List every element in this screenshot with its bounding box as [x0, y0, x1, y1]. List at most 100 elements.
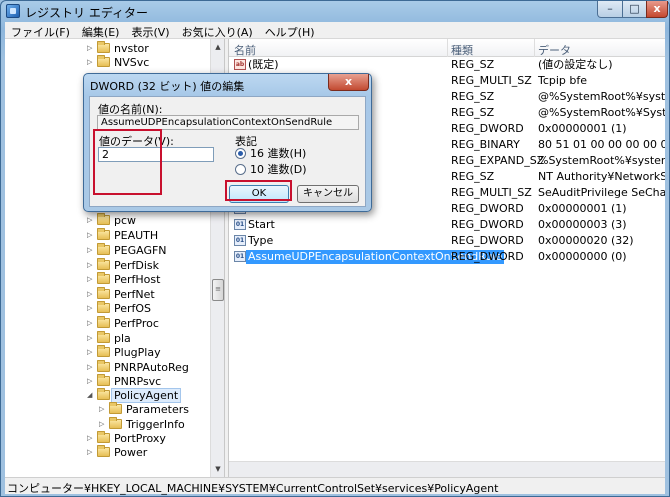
scroll-up-arrow-icon[interactable]: ▲ — [212, 41, 224, 53]
column-header-name[interactable]: 名前 — [234, 42, 256, 58]
list-header: 名前 種類 データ — [229, 39, 665, 57]
collapsed-arrow-icon[interactable]: ▷ — [87, 432, 96, 444]
tree-node-label: pla — [114, 332, 131, 345]
collapsed-arrow-icon[interactable]: ▷ — [87, 346, 96, 358]
value-type: REG_DWORD — [451, 218, 524, 231]
collapsed-arrow-icon[interactable]: ▷ — [87, 42, 96, 54]
folder-icon — [97, 272, 110, 284]
ok-button-highlight — [225, 180, 292, 201]
column-divider — [447, 39, 448, 57]
maximize-button[interactable]: □ — [622, 1, 647, 18]
menu-favorites[interactable]: お気に入り(A) — [176, 22, 259, 39]
close-button[interactable]: x — [646, 1, 668, 18]
collapsed-arrow-icon[interactable]: ▷ — [87, 259, 96, 271]
value-data: 0x00000020 (32) — [538, 234, 634, 247]
menu-file[interactable]: ファイル(F) — [5, 22, 76, 39]
tree-node-label: PerfOS — [114, 302, 152, 315]
status-path: コンピューター¥HKEY_LOCAL_MACHINE¥SYSTEM¥Curren… — [7, 482, 499, 495]
value-row[interactable]: 01 AssumeUDPEncapsulationContextOnSendRul… — [229, 249, 665, 265]
tree-node-label: PEGAGFN — [114, 244, 167, 257]
value-data: 0x00000001 (1) — [538, 202, 627, 215]
minimize-button[interactable]: – — [597, 1, 623, 18]
list-horizontal-scrollbar[interactable] — [229, 461, 665, 477]
collapsed-arrow-icon[interactable]: ▷ — [87, 446, 96, 458]
tree-node-label: NVSvc — [114, 56, 150, 69]
value-data: @%SystemRoot%¥system32¥ — [538, 90, 665, 103]
value-row[interactable]: 01 Start REG_DWORD 0x00000003 (3) — [229, 217, 665, 233]
folder-icon — [97, 213, 110, 225]
collapsed-arrow-icon[interactable]: ▷ — [87, 214, 96, 226]
value-row[interactable]: ab (既定) REG_SZ (値の設定なし) — [229, 57, 665, 73]
value-data: 0x00000000 (0) — [538, 250, 627, 263]
folder-icon — [97, 388, 110, 400]
folder-icon — [97, 41, 110, 53]
scroll-down-arrow-icon[interactable]: ▼ — [212, 463, 224, 475]
folder-icon — [97, 431, 110, 443]
value-name: (既定) — [248, 58, 279, 71]
menu-edit[interactable]: 編集(E) — [76, 22, 126, 39]
collapsed-arrow-icon[interactable]: ▷ — [87, 288, 96, 300]
scroll-thumb[interactable]: ≡ — [212, 279, 224, 301]
value-type: REG_SZ — [451, 90, 495, 103]
tree-node-label: Parameters — [126, 403, 189, 416]
value-type: REG_MULTI_SZ — [451, 74, 532, 87]
collapsed-arrow-icon[interactable]: ▷ — [87, 332, 96, 344]
radio-unselected-icon[interactable] — [235, 164, 246, 175]
menu-view[interactable]: 表示(V) — [125, 22, 175, 39]
binary-value-icon: 01 — [234, 219, 246, 230]
tree-node-label: PerfDisk — [114, 259, 160, 272]
folder-icon — [97, 258, 110, 270]
value-name-field: AssumeUDPEncapsulationContextOnSendRule — [97, 115, 359, 130]
folder-icon — [97, 301, 110, 313]
tree-node-label: pcw — [114, 214, 137, 227]
collapsed-arrow-icon[interactable]: ▷ — [87, 302, 96, 314]
value-data: %SystemRoot%¥system32¥sv — [538, 154, 665, 167]
tree-node-label: PerfNet — [114, 288, 155, 301]
tree-node-label: PerfHost — [114, 273, 161, 286]
value-data: 80 51 01 00 00 00 00 00 00 — [538, 138, 665, 151]
tree-node-label: PerfProc — [114, 317, 159, 330]
tree-node-label: nvstor — [114, 42, 149, 55]
collapsed-arrow-icon[interactable]: ▷ — [87, 375, 96, 387]
folder-icon — [97, 345, 110, 357]
dialog-title: DWORD (32 ビット) 値の編集 — [90, 80, 245, 93]
value-type: REG_BINARY — [451, 138, 520, 151]
value-row[interactable]: 01 Type REG_DWORD 0x00000020 (32) — [229, 233, 665, 249]
collapsed-arrow-icon[interactable]: ▷ — [87, 273, 96, 285]
value-name: Type — [248, 234, 274, 247]
collapsed-arrow-icon[interactable]: ▷ — [99, 403, 108, 415]
column-header-data[interactable]: データ — [538, 42, 571, 58]
tree-node-label: TriggerInfo — [126, 418, 185, 431]
folder-icon — [97, 374, 110, 386]
hex-radio-label: 16 進数(H) — [250, 147, 307, 160]
tree-node-label: PolicyAgent — [111, 388, 182, 403]
value-data: 0x00000003 (3) — [538, 218, 627, 231]
radio-selected-icon[interactable] — [235, 148, 246, 159]
collapsed-arrow-icon[interactable]: ▷ — [87, 244, 96, 256]
value-type: REG_SZ — [451, 106, 495, 119]
tree-node-label: PNRPsvc — [114, 375, 162, 388]
tree-node-label: PEAUTH — [114, 229, 159, 242]
data-field-highlight — [93, 129, 162, 195]
column-header-type[interactable]: 種類 — [451, 42, 473, 58]
cancel-button[interactable]: キャンセル — [297, 185, 359, 203]
folder-icon — [109, 402, 122, 414]
expanded-arrow-icon[interactable]: ◢ — [87, 389, 96, 401]
value-type: REG_DWORD — [451, 202, 524, 215]
collapsed-arrow-icon[interactable]: ▷ — [87, 317, 96, 329]
menu-help[interactable]: ヘルプ(H) — [259, 22, 321, 39]
collapsed-arrow-icon[interactable]: ▷ — [87, 229, 96, 241]
collapsed-arrow-icon[interactable]: ▷ — [87, 361, 96, 373]
decimal-radio-label: 10 進数(D) — [250, 163, 307, 176]
value-type: REG_EXPAND_SZ — [451, 154, 545, 167]
value-data: @%SystemRoot%¥System32 — [538, 106, 665, 119]
collapsed-arrow-icon[interactable]: ▷ — [87, 56, 96, 68]
menu-bar: ファイル(F) 編集(E) 表示(V) お気に入り(A) ヘルプ(H) — [5, 22, 665, 39]
collapsed-arrow-icon[interactable]: ▷ — [99, 418, 108, 430]
value-data: Tcpip bfe — [538, 74, 588, 87]
folder-icon — [97, 316, 110, 328]
dialog-close-button[interactable]: x — [328, 74, 369, 91]
folder-icon — [109, 417, 122, 429]
title-bar[interactable]: レジストリ エディター – □ x — [1, 1, 669, 21]
value-type: REG_DWORD — [451, 122, 524, 135]
